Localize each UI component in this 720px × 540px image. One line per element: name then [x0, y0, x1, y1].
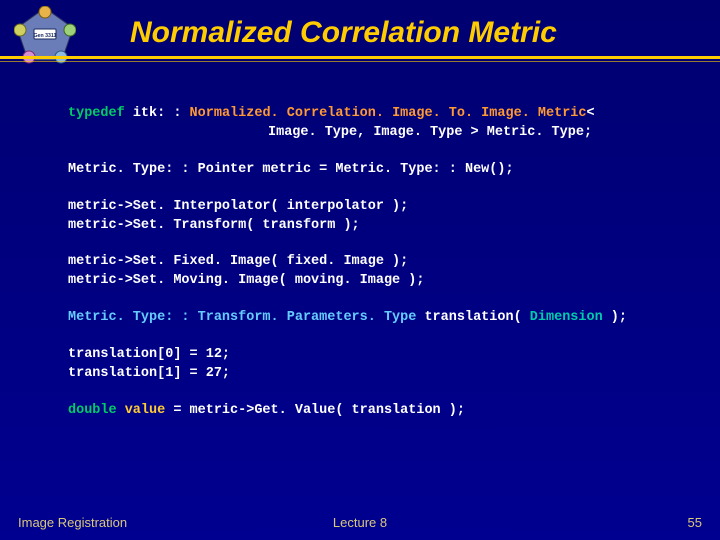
footer: Image Registration Lecture 8 55 — [0, 506, 720, 530]
code-text: ); — [603, 310, 627, 325]
svg-text:Gen 3311: Gen 3311 — [34, 33, 57, 39]
code-text: metric->Set. Transform( transform ); — [68, 217, 675, 236]
code-text: itk: : — [125, 106, 182, 121]
code-block: typedef itk: : Normalized. Correlation. … — [68, 105, 675, 439]
type-name: Metric. Type: : Transform. Parameters. T… — [68, 310, 416, 325]
code-text: translation[1] = 27; — [68, 365, 675, 384]
code-text: = metric->Get. Value( translation ); — [165, 403, 465, 418]
code-text: Metric. Type: : Pointer metric = Metric.… — [68, 162, 514, 177]
footer-page-number: 55 — [688, 515, 702, 530]
code-text: translation( — [416, 310, 521, 325]
code-text: Image. Type, Image. Type > — [268, 125, 479, 140]
var-value: value — [117, 403, 166, 418]
title-underline — [0, 56, 720, 59]
code-text: translation[0] = 12; — [68, 346, 675, 365]
code-text: metric->Set. Interpolator( interpolator … — [68, 198, 675, 217]
class-name: Normalized. Correlation. Image. To. Imag… — [181, 106, 586, 121]
code-text: metric->Set. Moving. Image( moving. Imag… — [68, 272, 675, 291]
code-text: < — [587, 106, 595, 121]
slide-title: Normalized Correlation Metric — [130, 16, 700, 50]
keyword-double: double — [68, 403, 117, 418]
dimension-text: Dimension — [522, 310, 603, 325]
keyword-typedef: typedef — [68, 106, 125, 121]
code-text: metric->Set. Fixed. Image( fixed. Image … — [68, 253, 675, 272]
code-text: Metric. Type; — [479, 125, 592, 140]
title-underline-thin — [0, 61, 720, 62]
footer-center: Lecture 8 — [0, 515, 720, 530]
